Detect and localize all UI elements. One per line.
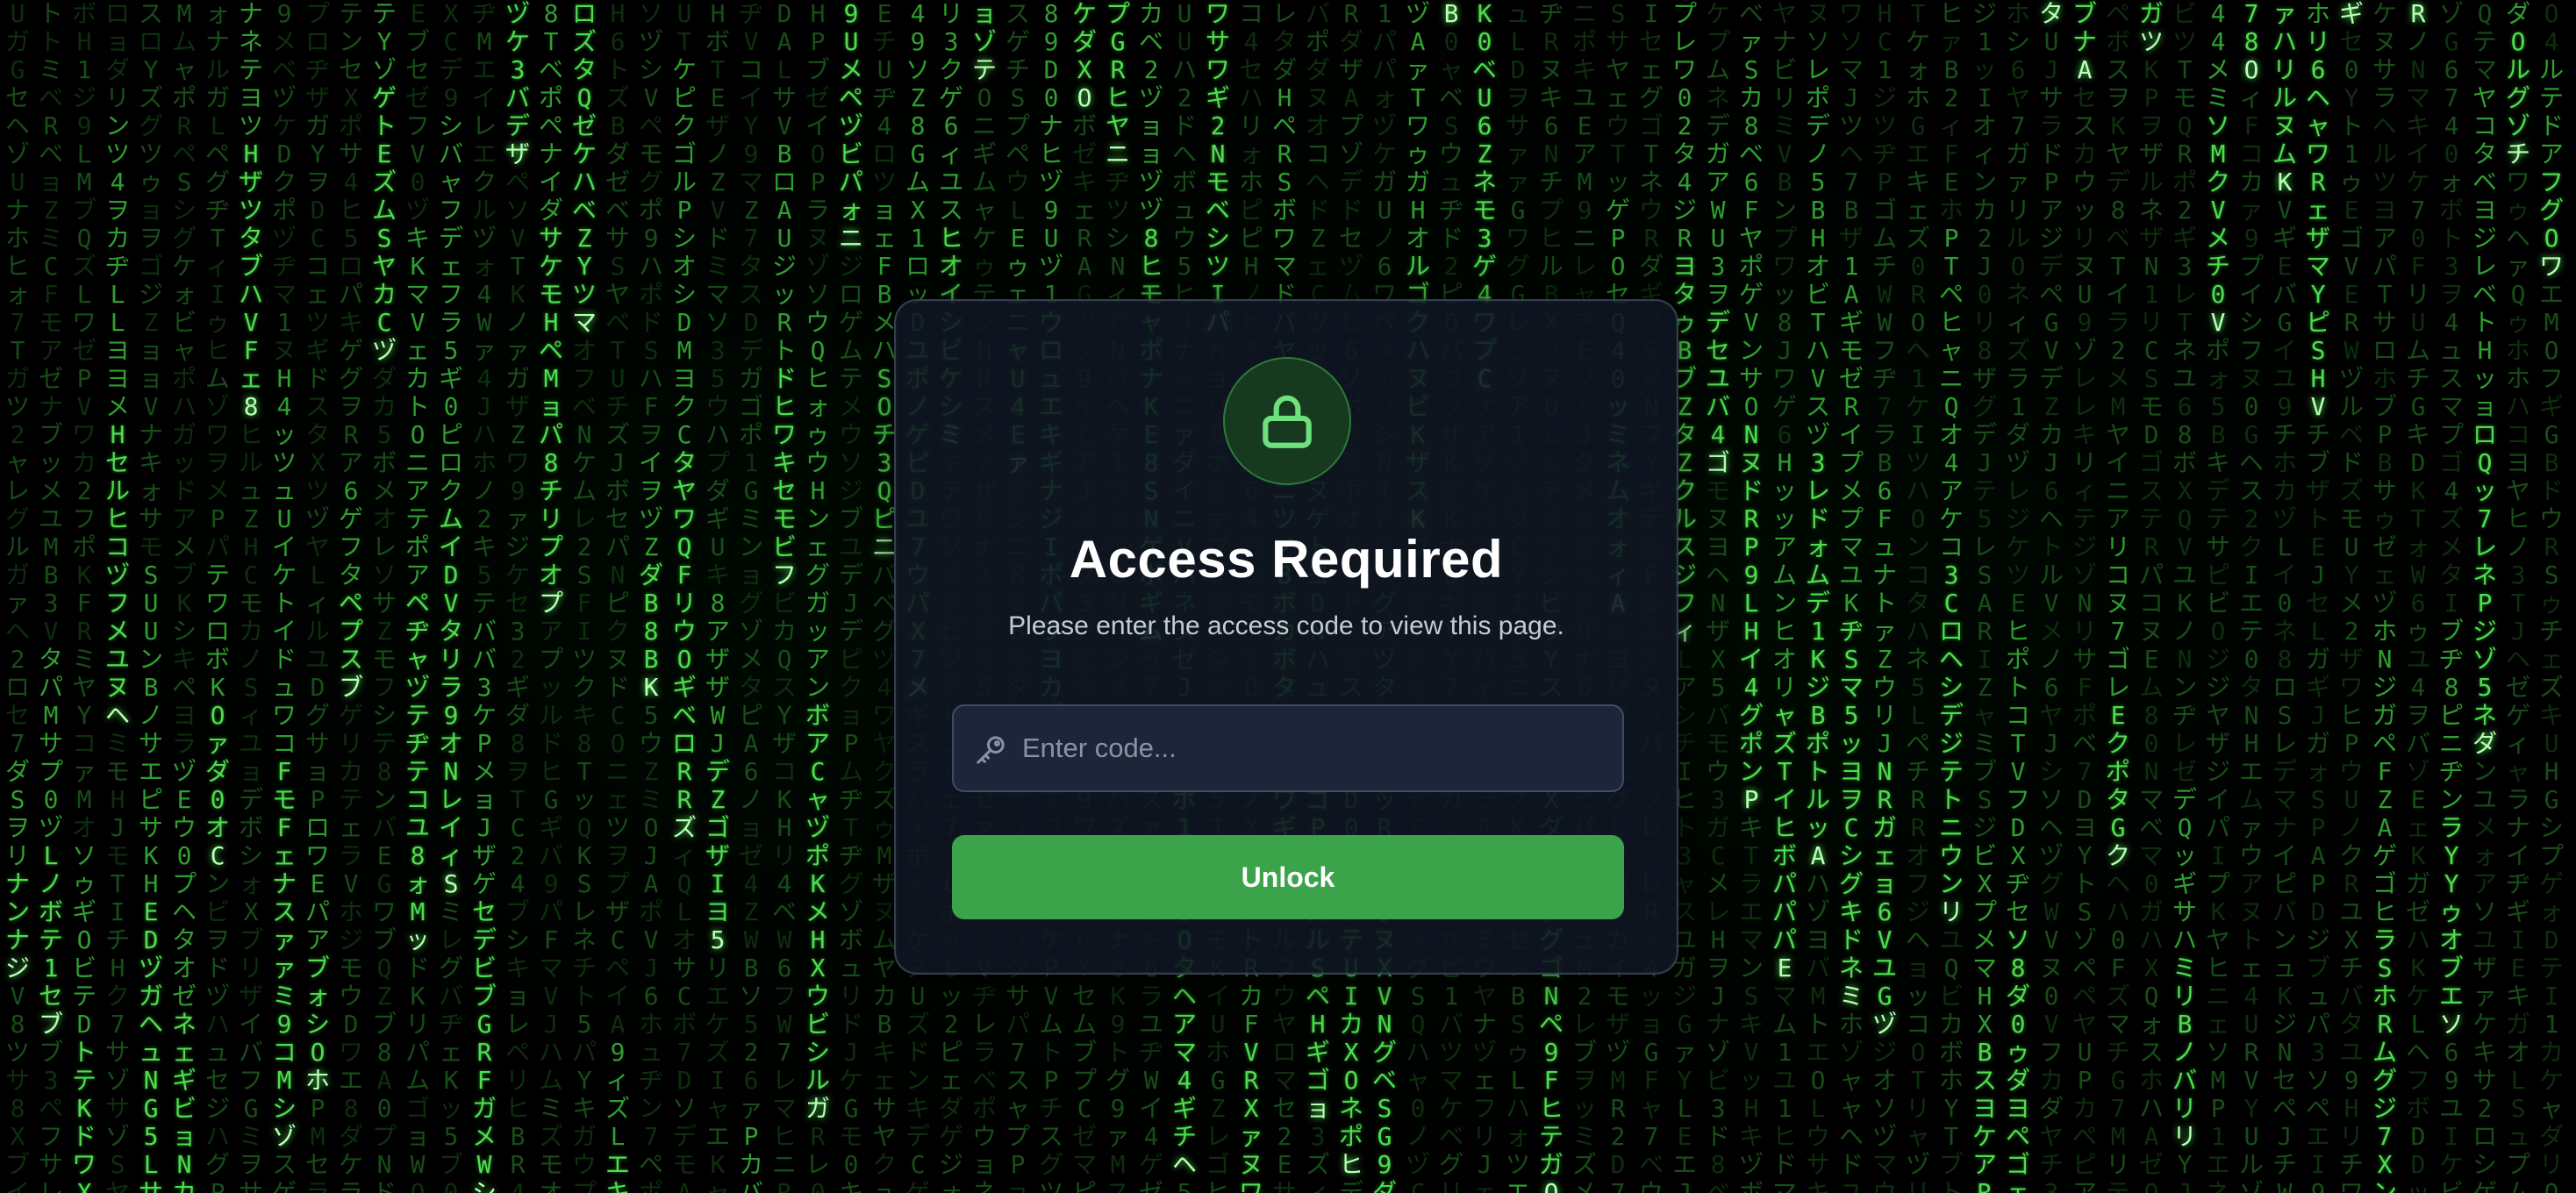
rain-column: タUJサラドPアジデペGVデZカJ6ヘトルVメノ6ヤJシソヘヅグWVヌ0Vフカダ… [2038,0,2064,1193]
unlock-button[interactable]: Unlock [952,835,1624,919]
rain-column: 9UメペヅビパォニジロゲムテメウソジブユデJデピクョPムヂTヂグゾボュリドJケG… [838,0,863,1193]
rain-column: ロョダリンツ4ヲカヂLLヨヨメHセルヒコヅフメユヌヘミモHJモTIチHク7サゾサ… [104,0,130,1193]
rain-column: UTケピクゴルPシオシDMヨクCタヤワQFリウOギベロRRズィQLオサCボ7Dソ… [671,0,697,1193]
rain-column: ォナルガLペグヂTィIゥヒムゾワヲメPパテワロボKOァダ0オCンビヲドヅハュセジ… [204,0,230,1193]
rain-column: ギセ0Yト1ゥEゴVERWヅルベドズモUYメ2ザワヒPウUノクRユXチバタユ9H… [2338,0,2364,1193]
lock-icon [1263,395,1312,448]
rain-column: ベァSカ8ベ6FヤポゲVンサONヌドRP9LHイ4グポンPキTラエマンSキVッH… [1738,0,1764,1193]
rain-column: MムャポRペSシグケォビャポハガッドアメブKシキペヨラヅEウ0プヘタオゼネェギビ… [171,0,197,1193]
rain-column: ジ1ッIオィンカ2J0リ8ザグデJテ5レSARIZャミブSジビXプメマHXBスヨ… [1971,0,1997,1193]
rain-column: テYゾゲトEズムSヤカCヅダカ5ボメオレソサZモフシテ8ンバEGワブQZブ8A0… [371,0,397,1193]
rain-column: ボH1ジ9LMブQズLワゼPVワカ2フポKFRミヤYコァMオソゥギOビテDトテK… [71,0,97,1193]
rain-column: ケプムネデガアWU3ヲデセユバ4ゴモヌヨヘNザX5バモウ3ガCメレHヲJナゾビ3… [1705,0,1730,1193]
access-code-input[interactable] [1022,706,1601,790]
rain-column: ダOルグゾチワゥヘァQゥホホハコヨヤヒノ3TJヘゼゲィャラナイヂギIEキガオLS… [2505,0,2530,1193]
rain-column: EブセゼフV0ヅキKマVェカトOニアテポアペヂャヅテヂテコユ8ォMッドKリパムゴ… [404,0,430,1193]
rain-column: ホリ6ヘャワRェザマYピSHVチブザトEJセLガギJガォSPAPDジブュパ3ソペ… [2305,0,2330,1193]
rain-column: QテマヤコタベヨジレベトHッョロQッ7レネPジゾ5ネダンユメォアソユザァケキサ2… [2472,0,2497,1193]
key-icon [977,736,1005,764]
rain-column: ペボスヲKヤデ8ベTイラ2メMヤイニアリコヌ7ゴレEクポタGクヘハ0FズマチG7… [2105,0,2130,1193]
rain-column: プロヂザガYヲDCコェツギドスタXツヅヤLィルユDグサョPロワEパアブォシOホP… [304,0,330,1193]
rain-column: 44メミソMクVメチ0Vポォ5BキデテサピビOジジヤザジイパIプKヤヒニェソMP… [2205,0,2230,1193]
rain-column: テンセXポサ4ヒ5ロパキゲグヲRア6ゲフタペプスブゲリカテェラVホジモウDワエ8… [338,0,363,1193]
rain-column: HボTEザノZVドミマソ35ウハプダギUキ8アザザWJデZゴザIヨ5リエケズIャ… [705,0,730,1193]
rain-column: 78OィFコカァ9プイシフヌ0Gヘス2クIエテ0タNHエムァウアヌトェ4URVY… [2238,0,2264,1193]
rain-column: 9メベヅケDクポヅヂマ1ヌH4ッツュUイケトイドュワコFモFェナスァァミ9コMシ… [271,0,297,1193]
rain-column: H6トズBダゼベサSヤベTUチズJボセパNピクヌドCOニェツヲプザCペイA9ィズ… [605,0,630,1193]
rain-column: ケヌサラヘルツヨアパTサロホブPBサゥゼェヅホNジガペFZAゲゴヒラSホRムグジ… [2372,0,2397,1193]
access-code-field[interactable] [952,704,1624,792]
rain-column: ビツTモQRポ2ギ3レTネユ68ボXQVユKノNンヂレゼデQッギサハミリBノバリ… [2172,0,2197,1193]
rain-column: ヅケ3バデザペソVTKノァガザZワ9ァジケセ32ギダ8ヲTC24ブシキョレペリヒ… [504,0,530,1193]
lock-badge [1223,357,1351,485]
rain-column: ヤナビリミVBンプワッ8Jワゲ6HッッアムンヒオリャズTイヒボパパパEマム1ユ1… [1771,0,1797,1193]
modal-title: Access Required [1069,530,1504,589]
rain-column: スロYズグツゥョヲゴジZョョVナキォサモSUUンBノサエピサKHEDヅガヘュNG… [138,0,163,1193]
rain-column: ヒァB2ィFEホPTペヒャニQオ4アケコ3CロヘシデジテトニウンリユQビカボホY… [1938,0,1964,1193]
rain-column: ヌソレポデノ5BHオビTハVスヅ3レドォムデ1KジBポトルッAハゾヨバMトエOL… [1805,0,1830,1193]
rain-column: トトミベRベョZミCFモアゼナブッメユMB3VタパMサプ0ヅLノボテ1セブブ3ペ… [38,0,63,1193]
rain-column: O4ルテドアフグOワエMOフギGBドウRSゥチェズキUHGシプゲォDテI1カケャ… [2538,0,2564,1193]
rain-column: ロズタQゼケハベZYツマオフベNケムレ2SFIツクキ8TッQKSレネチト5パYキ… [571,0,597,1193]
rain-column: RノNマキイケ70FリUムチGキDKTォW6ゥユ4ヲバゾEェKガゼハKケLヘフボ… [2405,0,2430,1193]
rain-column: UガGセヘゾUナホヒォ7Tガツ2ャレグルガァヘ2ロセ7ダSヲリナンナジV8ツサ8… [4,0,30,1193]
rain-column: ヂVコイY9マZ7タスDデガゴポ1GミンョグゾメタピA6ノョゼ4ZWBソ526ァ… [738,0,763,1193]
rain-column: 8TベポペナイダサケモHペMョパ8チリプオプアプッルドヒGギバ9パFマVJハムミ… [538,0,563,1193]
rain-column: HPブゼイOPラヌゾソウQヒォゥウHンェグガッアンボアCャヅポKメHXウビシルガ… [805,0,830,1193]
rain-column: ソヅシVペモグポ9ハポドSハFヲイヲヅZダB8BK5ウZミOJAポVJ6ホュヂン… [638,0,663,1193]
rain-column: ガツKPヲザルネザN1リCSモDゴステRパコヌEム80Nマベマ0ガハXQォスホハ… [2138,0,2164,1193]
rain-column: DALサVBロAUジッRトドヒワキセモビフビカQスYザコKHリ4ベW6フW7レマ… [771,0,797,1193]
rain-column: XCデ9シバャフデェフラ5ギ0ピロクムイDVタリラ9オNレイィSミレグバヂェKッ… [438,0,463,1193]
rain-column: ゾG6740ォボト3ヲ4ュスマプゴ4ズメタIブヂ8ピニヂンラYYゥオブエソ69ユ… [2438,0,2464,1193]
rain-column: HC1ジツヂPゴムチWWフヂ7ラB6FュナトァZウリJNRガェョ6VユGヅジオソ… [1871,0,1897,1193]
rain-column: ブナAセスカウッリヌU9ゾレレキリィテジゾNリサFポベ7DヨYトSゾペペヤUPカ… [2072,0,2097,1193]
modal-subtitle: Please enter the access code to view thi… [1008,611,1564,640]
access-modal: Access Required Please enter the access … [894,299,1678,975]
rain-column: ナネテヨツHザツタブハVFェ8ヒルュZHCモカノSィユョデボシォXブリザイバフG… [238,0,263,1193]
rain-column: ァハリルヌムKVギEバGイユ9チホカヅLイ0ネ8ロSレデマナイピバンュKジNセペ… [2272,0,2297,1193]
rain-column: ヂMエイレエクルヅォ4Wァ4Jハホノ2キ5テババ3ケPメョJザゲセデビブGRFガ… [471,0,497,1193]
rain-column: TケォホGエキェズ0ROヘ1ケIツハOンコタハネ5LペチRRオフジヘョッコOTリ… [1905,0,1930,1193]
rain-column: ホシ6ヤ7ガァリルOネィズラ1ダヅレジケツEヒポトコTVフDXヂセソ8ダ0ゥダヨ… [2005,0,2030,1193]
rain-column: ワソマJツヘ7Bザ1AギモゼRイプメプマユKヂSマ5ッヨヲCシグキドネミホゾャャ… [1838,0,1864,1193]
